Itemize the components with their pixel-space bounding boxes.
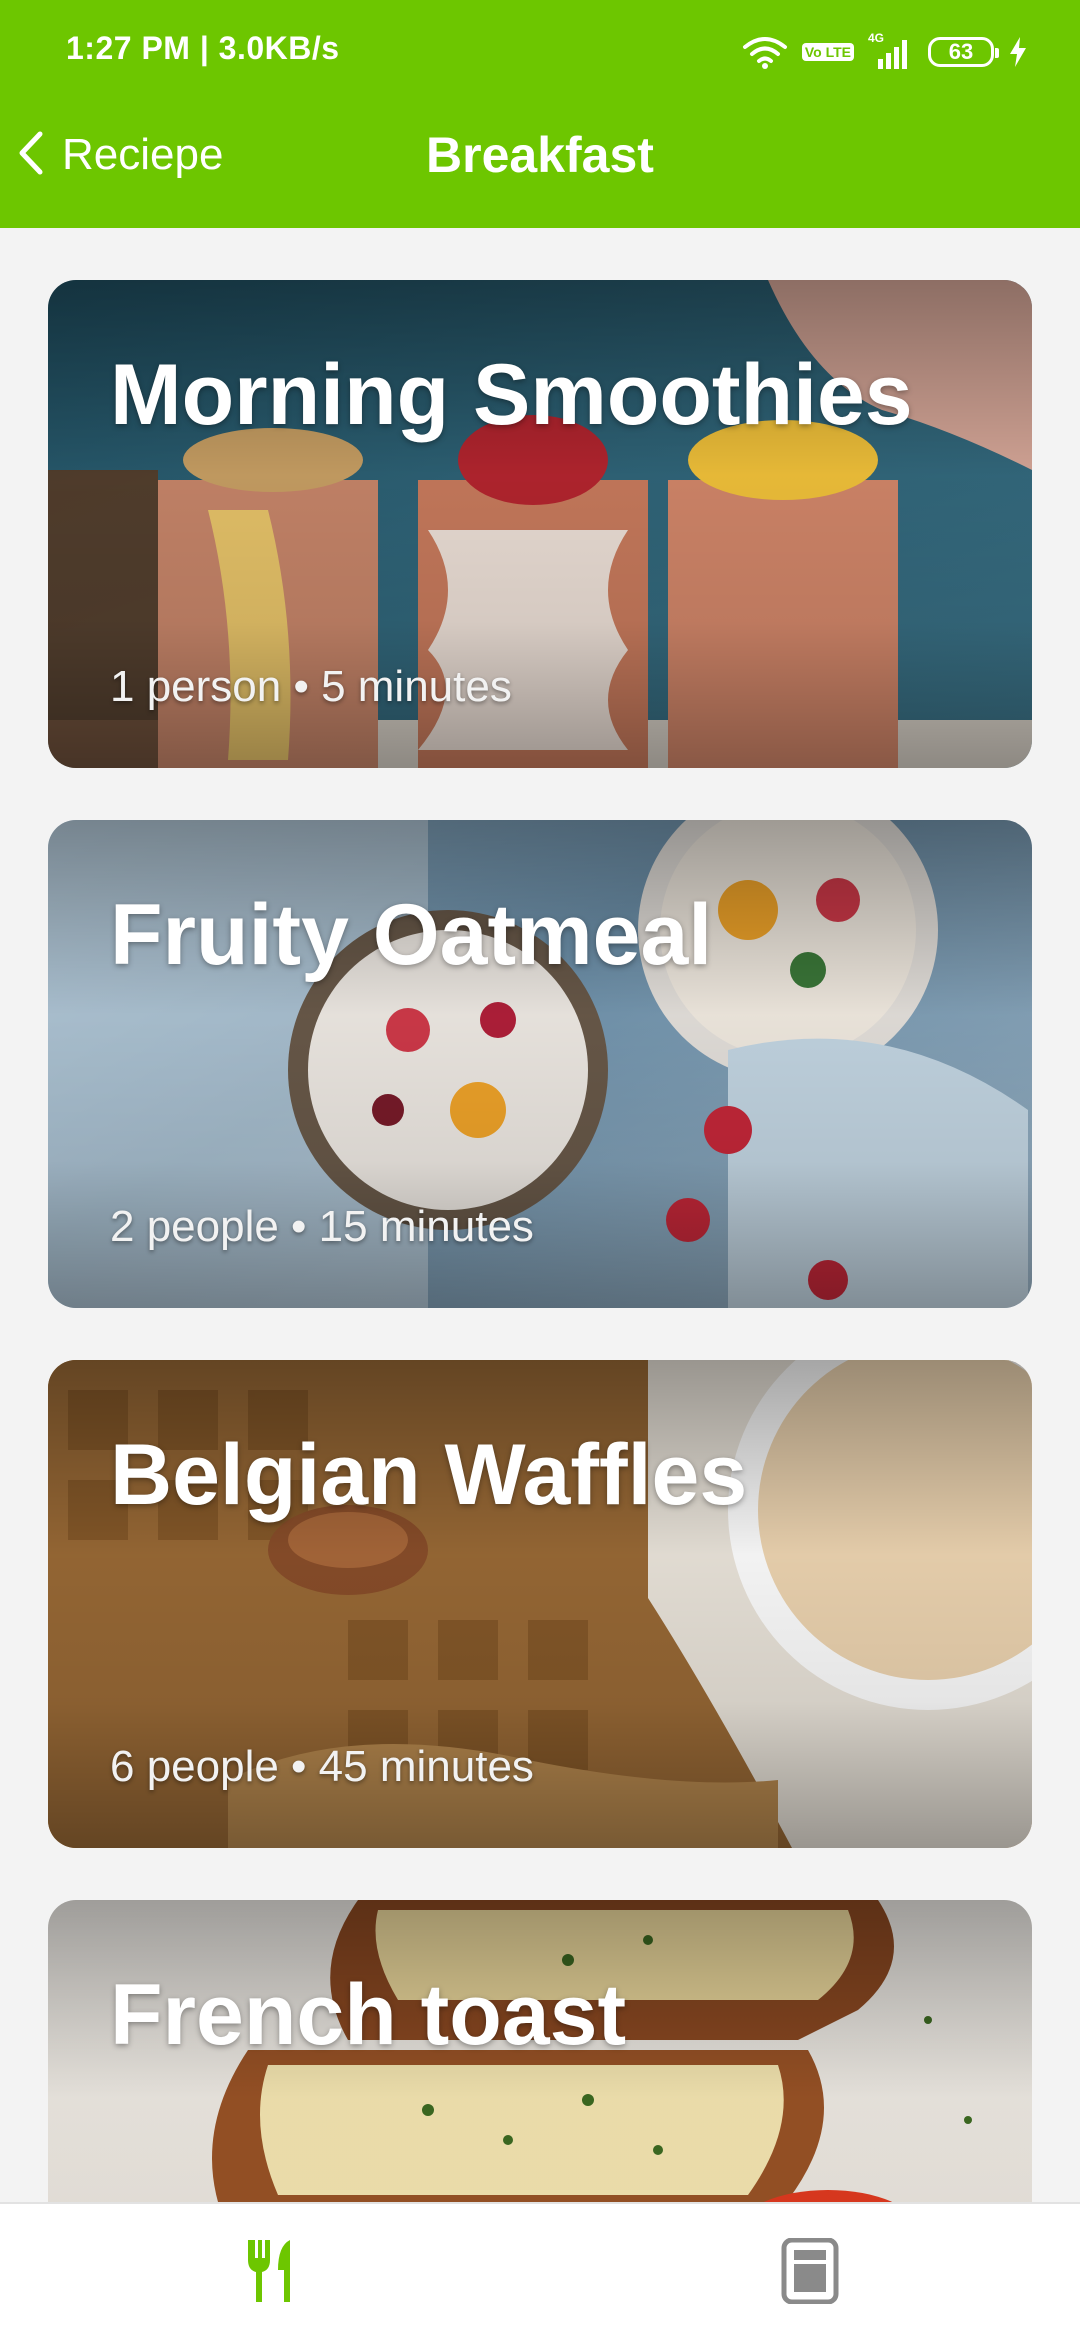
recipe-meta: 1 person • 5 minutes — [110, 662, 512, 711]
recipe-card-morning-smoothies[interactable]: Morning Smoothies 1 person • 5 minutes — [48, 280, 1032, 768]
recipe-meta: 6 people • 45 minutes — [110, 1742, 534, 1791]
volte-icon: Vo LTE — [801, 43, 854, 61]
bottom-navigation — [0, 2202, 1080, 2342]
network-type-label: 4G — [868, 31, 885, 45]
cutlery-icon — [242, 2238, 298, 2309]
app-header: 1:27 PM | 3.0KB/s Vo LTE 4G 63 Reciepe B… — [0, 0, 1080, 228]
recipe-title: Fruity Oatmeal — [110, 887, 713, 983]
status-bar: 1:27 PM | 3.0KB/s Vo LTE 4G 63 — [0, 0, 1080, 100]
tablet-icon — [780, 2237, 840, 2309]
recipe-card-fruity-oatmeal[interactable]: Fruity Oatmeal 2 people • 15 minutes — [48, 820, 1032, 1308]
charging-icon — [1008, 37, 1028, 67]
status-time: 1:27 PM | 3.0KB/s — [66, 30, 340, 66]
recipe-title: Belgian Waffles — [110, 1427, 748, 1523]
wifi-icon — [742, 35, 788, 69]
recipe-meta: 2 people • 15 minutes — [110, 1202, 534, 1251]
recipe-title: French toast — [110, 1967, 627, 2063]
battery-level: 63 — [948, 39, 974, 64]
recipe-title: Morning Smoothies — [110, 347, 913, 443]
nav-item-recipes[interactable] — [0, 2204, 540, 2342]
nav-item-tablet[interactable] — [540, 2204, 1080, 2342]
app-bar: Reciepe Breakfast — [0, 100, 1080, 228]
recipe-card-belgian-waffles[interactable]: Belgian Waffles 6 people • 45 minutes — [48, 1360, 1032, 1848]
page-title: Breakfast — [426, 127, 654, 183]
signal-icon: 4G — [868, 31, 914, 69]
card-shade — [48, 1900, 1032, 2230]
recipe-list: Morning Smoothies 1 person • 5 minutes F… — [48, 280, 1032, 2230]
recipe-card-french-toast[interactable]: French toast — [48, 1900, 1032, 2230]
status-icons: Vo LTE 4G 63 — [742, 30, 1028, 74]
battery-icon: 63 — [928, 37, 999, 67]
